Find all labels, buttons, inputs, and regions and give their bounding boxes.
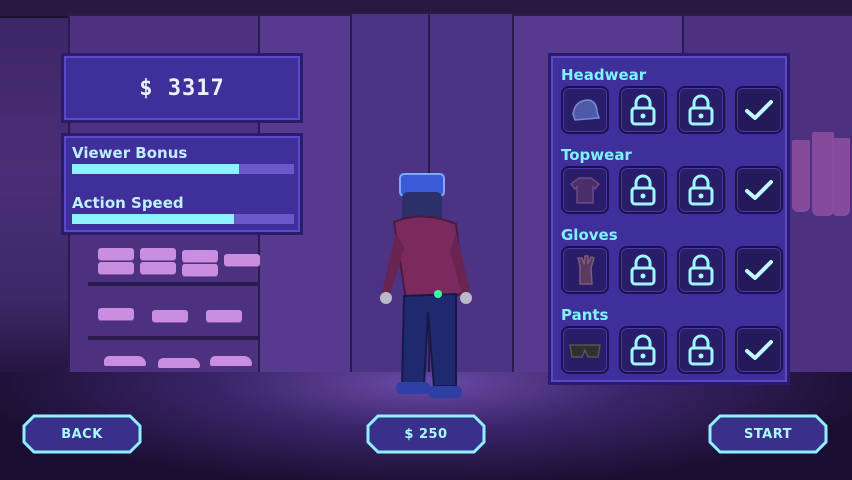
- stat-label-viewer-bonus: Viewer Bonus: [72, 144, 188, 162]
- pants-icon: [563, 328, 607, 372]
- wardrobe-panel: Headwear Topwear Gloves Pants: [548, 53, 790, 385]
- gloves-slot-4[interactable]: [735, 246, 783, 294]
- money-display: $ 3317: [139, 75, 225, 101]
- category-title-topwear: Topwear: [561, 146, 632, 164]
- pants-slot-1[interactable]: [561, 326, 609, 374]
- shirt-icon: [563, 168, 607, 212]
- lock-icon: [679, 88, 723, 132]
- action-speed-bar: [72, 214, 294, 224]
- hanging-garment: [832, 138, 850, 216]
- category-title-gloves: Gloves: [561, 226, 618, 244]
- viewer-bonus-bar-fill: [72, 164, 239, 174]
- shelf: [88, 336, 260, 340]
- gloves-slot-3[interactable]: [677, 246, 725, 294]
- headwear-slot-3[interactable]: [677, 86, 725, 134]
- folded-pants: [152, 310, 188, 322]
- back-button[interactable]: BACK: [22, 414, 142, 454]
- start-button[interactable]: START: [708, 414, 828, 454]
- lock-icon: [679, 328, 723, 372]
- folded-pants: [206, 310, 242, 322]
- start-button-label: START: [743, 426, 793, 442]
- cap-icon: [563, 88, 607, 132]
- check-icon: [737, 168, 781, 212]
- buy-price-button[interactable]: $ 250: [366, 414, 486, 454]
- topwear-slot-3[interactable]: [677, 166, 725, 214]
- shoe: [104, 356, 146, 366]
- action-speed-bar-fill: [72, 214, 235, 224]
- pants-slot-2[interactable]: [619, 326, 667, 374]
- stat-label-action-speed: Action Speed: [72, 194, 184, 212]
- folded-shirt: [182, 250, 218, 262]
- pants-slot-4[interactable]: [735, 326, 783, 374]
- headwear-slot-4[interactable]: [735, 86, 783, 134]
- buy-price-label: $ 250: [404, 426, 448, 442]
- topwear-slot-2[interactable]: [619, 166, 667, 214]
- gloves-slot-2[interactable]: [619, 246, 667, 294]
- topwear-slot-1[interactable]: [561, 166, 609, 214]
- pants-slot-3[interactable]: [677, 326, 725, 374]
- game-scene: $ 3317 Viewer Bonus Action Speed Headwea…: [0, 0, 852, 480]
- back-button-label: BACK: [61, 426, 103, 442]
- folded-shirt: [224, 254, 260, 266]
- player-character: [380, 173, 472, 398]
- category-title-headwear: Headwear: [561, 66, 647, 84]
- headwear-slot-2[interactable]: [619, 86, 667, 134]
- check-icon: [737, 328, 781, 372]
- viewer-bonus-bar: [72, 164, 294, 174]
- hanging-garment: [812, 132, 834, 216]
- check-icon: [737, 88, 781, 132]
- folded-shirt: [140, 248, 176, 260]
- glove-icon: [563, 248, 607, 292]
- check-icon: [737, 248, 781, 292]
- lock-icon: [679, 168, 723, 212]
- folded-shirt: [140, 262, 176, 274]
- stats-panel: Viewer Bonus Action Speed: [61, 133, 303, 235]
- folded-shirt: [98, 248, 134, 260]
- folded-pants: [98, 308, 134, 320]
- headwear-slot-1[interactable]: [561, 86, 609, 134]
- category-title-pants: Pants: [561, 306, 609, 324]
- folded-shirt: [98, 262, 134, 274]
- folded-shirt: [182, 264, 218, 276]
- shoe: [210, 356, 252, 366]
- shoe: [158, 358, 200, 368]
- money-panel: $ 3317: [61, 53, 303, 123]
- gloves-slot-1[interactable]: [561, 246, 609, 294]
- lock-icon: [621, 168, 665, 212]
- lock-icon: [621, 248, 665, 292]
- shelf: [88, 282, 260, 286]
- lock-icon: [621, 328, 665, 372]
- lock-icon: [621, 88, 665, 132]
- lock-icon: [679, 248, 723, 292]
- hanging-garment: [792, 140, 810, 212]
- topwear-slot-4[interactable]: [735, 166, 783, 214]
